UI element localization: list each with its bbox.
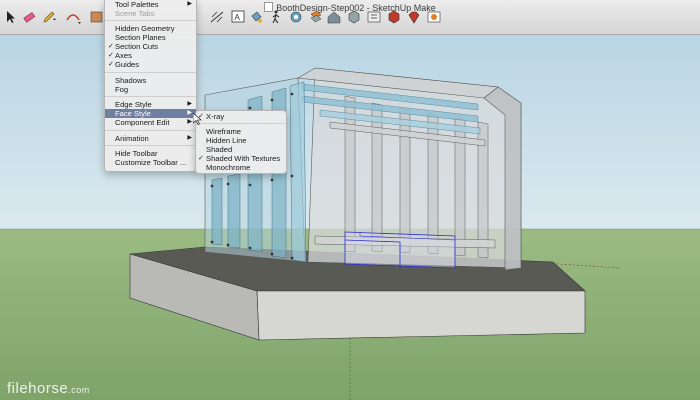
menu-separator <box>196 123 286 124</box>
share-model-icon[interactable] <box>386 9 402 25</box>
components-icon[interactable] <box>346 9 362 25</box>
face-style-wireframe[interactable]: Wireframe <box>196 127 286 136</box>
watermark-name: filehorse <box>7 380 69 397</box>
checkmark-icon: ✓ <box>108 43 114 50</box>
face-style-label: Shaded With Textures <box>206 154 281 163</box>
menu-item-label: Section Cuts <box>115 42 159 51</box>
menu-item-hidden-geometry[interactable]: Hidden Geometry <box>105 24 196 33</box>
walk-icon[interactable] <box>268 9 284 25</box>
checkmark-icon: ✓ <box>108 52 114 59</box>
layout-icon[interactable] <box>426 9 442 25</box>
rectangle-icon[interactable] <box>89 9 105 25</box>
menu-item-scene-tabs[interactable]: Scene Tabs <box>105 9 196 18</box>
menu-item-fog[interactable]: Fog <box>105 85 196 94</box>
menu-item-label: Edge Style <box>115 100 152 109</box>
paint-bucket-icon[interactable] <box>248 9 264 25</box>
face-style-monochrome[interactable]: Monochrome <box>196 163 286 172</box>
menu-separator <box>105 130 196 131</box>
menu-item-guides[interactable]: ✓ Guides <box>105 60 196 69</box>
pencil-icon[interactable] <box>41 9 57 25</box>
submenu-arrow-icon: ▶ <box>187 110 192 116</box>
selected-counter-component[interactable] <box>344 231 456 269</box>
sketchup-window: BoothDesign-Step002 - SketchUp Make A To… <box>0 0 700 400</box>
svg-text:A: A <box>235 13 241 22</box>
menu-item-label: Axes <box>115 51 132 60</box>
submenu-arrow-icon: ▶ <box>187 1 192 7</box>
arrow-cursor-icon[interactable] <box>3 9 19 25</box>
eraser-icon[interactable] <box>21 9 37 25</box>
menu-item-label: Fog <box>115 85 129 94</box>
menu-separator <box>105 145 196 146</box>
menu-item-axes[interactable]: ✓ Axes <box>105 51 196 60</box>
menu-separator <box>105 96 196 97</box>
menu-item-label: Guides <box>115 60 140 69</box>
menu-item-tool-palettes[interactable]: Tool Palettes ▶ <box>105 0 196 9</box>
face-style-shaded-with-textures[interactable]: ✓ Shaded With Textures <box>196 154 286 163</box>
arc-icon[interactable] <box>65 9 81 25</box>
menu-item-component-edit[interactable]: Component Edit ▶ <box>105 118 196 127</box>
mouse-cursor-icon <box>193 113 202 125</box>
menu-item-label: Face Style <box>115 109 151 118</box>
menu-item-label: Section Planes <box>115 33 166 42</box>
face-style-label: Hidden Line <box>206 136 247 145</box>
face-style-label: Shaded <box>206 145 233 154</box>
extension-icon[interactable] <box>366 9 382 25</box>
menu-item-label: Component Edit <box>115 118 170 127</box>
menu-separator <box>105 72 196 73</box>
menu-item-label: Scene Tabs <box>115 9 155 18</box>
menu-item-hide-toolbar[interactable]: Hide Toolbar <box>105 149 196 158</box>
face-style-shaded[interactable]: Shaded <box>196 145 286 154</box>
menu-separator <box>105 20 196 21</box>
face-style-submenu: ✓ X-ray Wireframe Hidden Line Shaded ✓ Shaded … <box>195 110 287 174</box>
dimension-icon[interactable] <box>209 9 225 25</box>
face-style-label: Monochrome <box>206 163 251 172</box>
submenu-arrow-icon: ▶ <box>187 135 192 141</box>
menu-item-section-planes[interactable]: Section Planes <box>105 33 196 42</box>
camera-icon[interactable] <box>288 9 304 25</box>
checkmark-icon: ✓ <box>198 155 204 162</box>
checkmark-icon: ✓ <box>108 61 114 68</box>
submenu-arrow-icon: ▶ <box>187 101 192 107</box>
face-style-label: Wireframe <box>206 127 242 136</box>
menu-item-label: Tool Palettes <box>115 0 159 9</box>
menu-item-animation[interactable]: Animation ▶ <box>105 134 196 143</box>
view-menu: Tool Palettes ▶ Scene Tabs Hidden Geometry S… <box>104 0 197 172</box>
menu-item-shadows[interactable]: Shadows <box>105 76 196 85</box>
warehouse-icon[interactable] <box>326 9 342 25</box>
menu-item-label: Animation <box>115 134 149 143</box>
menu-item-label: Hidden Geometry <box>115 24 175 33</box>
menu-item-section-cuts[interactable]: ✓ Section Cuts <box>105 42 196 51</box>
watermark: filehorse.com <box>7 380 90 397</box>
face-style-label: X-ray <box>206 112 225 121</box>
menu-item-edge-style[interactable]: Edge Style ▶ <box>105 100 196 109</box>
menu-item-customize-toolbar[interactable]: Customize Toolbar ... <box>105 158 196 167</box>
face-style-x-ray[interactable]: ✓ X-ray <box>196 112 286 121</box>
text-icon[interactable]: A <box>230 9 246 25</box>
menu-item-label: Customize Toolbar ... <box>115 158 187 167</box>
menu-item-label: Hide Toolbar <box>115 149 158 158</box>
submenu-arrow-icon: ▶ <box>187 119 192 125</box>
ruby-icon[interactable] <box>406 9 422 25</box>
watermark-suffix: .com <box>68 385 90 395</box>
section-plane-icon[interactable] <box>308 9 324 25</box>
menu-item-face-style[interactable]: Face Style ▶ <box>105 109 196 118</box>
face-style-hidden-line[interactable]: Hidden Line <box>196 136 286 145</box>
menu-item-label: Shadows <box>115 76 147 85</box>
